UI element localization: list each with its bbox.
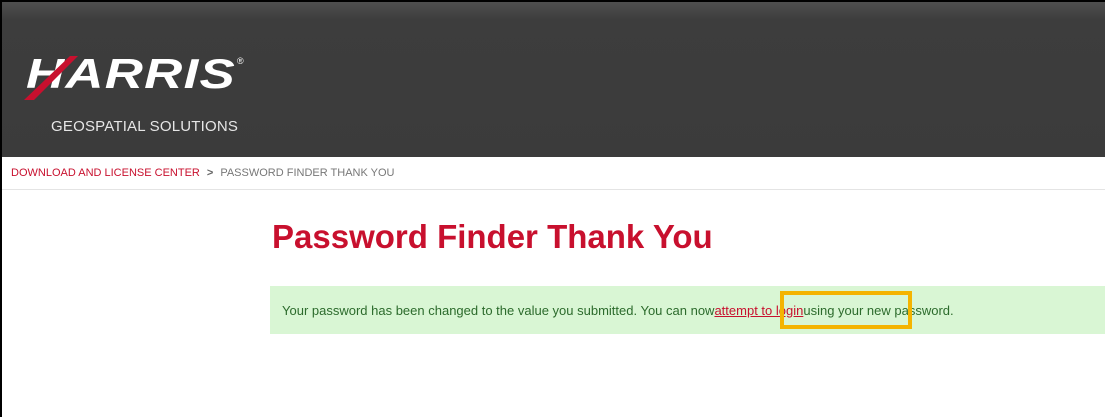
site-header: HARRIS ® GEOSPATIAL SOLUTIONS: [2, 2, 1105, 157]
success-message: Your password has been changed to the va…: [270, 286, 1105, 334]
breadcrumb-link-download-center[interactable]: DOWNLOAD AND LICENSE CENTER: [11, 167, 200, 179]
chevron-right-icon: >: [206, 167, 214, 179]
page-title: Password Finder Thank You: [272, 218, 713, 255]
svg-text:®: ®: [237, 56, 244, 66]
page: HARRIS ® GEOSPATIAL SOLUTIONS DOWNLOAD A…: [0, 0, 1105, 417]
logo-tagline: GEOSPATIAL SOLUTIONS: [51, 118, 239, 135]
message-text-before: Your password has been changed to the va…: [282, 302, 715, 318]
harris-logo[interactable]: HARRIS ®: [24, 50, 264, 100]
message-text-after: using your new password.: [803, 302, 954, 318]
breadcrumb-current: PASSWORD FINDER THANK YOU: [220, 167, 395, 179]
attempt-login-link[interactable]: attempt to login: [714, 303, 803, 318]
breadcrumb: DOWNLOAD AND LICENSE CENTER > PASSWORD F…: [2, 157, 1105, 190]
